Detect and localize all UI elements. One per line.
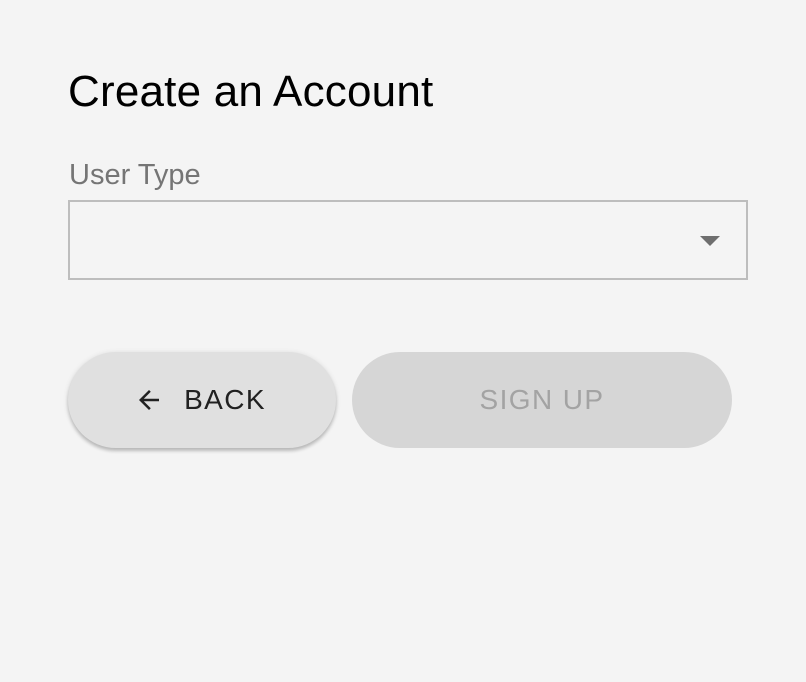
caret-down-icon <box>700 236 720 246</box>
user-type-label: User Type <box>69 159 201 191</box>
create-account-page: Create an Account User Type BACK SIGN UP <box>0 0 806 682</box>
user-type-select[interactable] <box>68 200 748 280</box>
page-title: Create an Account <box>68 67 434 116</box>
back-button[interactable]: BACK <box>68 352 336 448</box>
back-button-label: BACK <box>184 384 266 415</box>
sign-up-button[interactable]: SIGN UP <box>352 352 732 448</box>
arrow-left-icon <box>139 390 160 410</box>
sign-up-button-label: SIGN UP <box>479 384 605 415</box>
